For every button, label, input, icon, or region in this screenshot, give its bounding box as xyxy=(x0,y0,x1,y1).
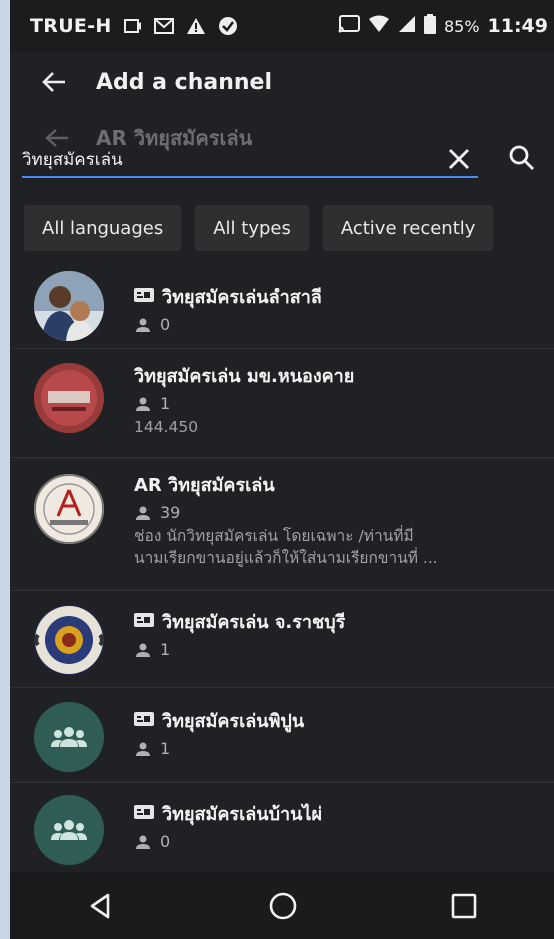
channel-description-line2: นามเรียกขานอยู่แล้วก็ให้ใส่นามเรียกขานที… xyxy=(134,549,438,567)
member-count: 0 xyxy=(134,315,548,334)
channel-row[interactable]: วิทยุสมัครเล่นลำสาลี 0 xyxy=(10,262,554,349)
channel-name: วิทยุสมัครเล่นพิปูน xyxy=(134,706,548,735)
photo-avatar-icon xyxy=(34,271,104,341)
channel-name-text: วิทยุสมัครเล่นลำสาลี xyxy=(162,287,322,308)
channel-tag-icon xyxy=(134,286,154,307)
logo-avatar-icon xyxy=(34,363,104,433)
channel-name: วิทยุสมัครเล่นบ้านไผ่ xyxy=(134,799,548,828)
channel-name: วิทยุสมัครเล่น มข.หนองคาย xyxy=(134,361,548,390)
person-icon xyxy=(136,318,150,332)
status-right: 85% 11:49 xyxy=(338,0,548,52)
member-count-text: 39 xyxy=(160,503,181,522)
channel-text: วิทยุสมัครเล่นพิปูน 1 xyxy=(134,706,548,758)
filter-active-recently[interactable]: Active recently xyxy=(322,205,494,251)
channel-row[interactable]: วิทยุสมัครเล่นพิปูน 1 xyxy=(10,688,554,783)
back-arrow-icon[interactable] xyxy=(40,68,68,96)
clock: 11:49 xyxy=(487,15,548,37)
search-input[interactable] xyxy=(22,144,472,174)
filter-chips: All languages All types Active recently xyxy=(24,205,494,251)
channel-tag-icon xyxy=(134,710,154,731)
search-underline xyxy=(22,176,478,178)
battery-icon xyxy=(423,13,436,39)
channel-text: AR วิทยุสมัครเล่น 39 ช่อง นักวิทยุสมัครเ… xyxy=(134,470,548,569)
nav-home-icon[interactable] xyxy=(267,890,299,922)
person-icon xyxy=(136,506,150,520)
wifi-icon xyxy=(368,15,390,38)
member-count-text: 1 xyxy=(160,394,171,413)
channel-text: วิทยุสมัครเล่นลำสาลี 0 xyxy=(134,282,548,334)
app-bar: Add a channel xyxy=(10,52,554,112)
channel-row[interactable]: วิทยุสมัครเล่น จ.ราชบุรี 1 xyxy=(10,591,554,688)
status-bar: TRUE-H 85% 11:49 xyxy=(10,0,554,52)
member-count: 0 xyxy=(134,832,548,851)
member-count: 39 xyxy=(134,503,548,522)
phone-screen: TRUE-H 85% 11:49 Add a channel AR วิทยุส… xyxy=(10,0,554,939)
group-avatar-icon xyxy=(34,702,104,772)
person-icon xyxy=(136,397,150,411)
search-row: AR วิทยุสมัครเล่น xyxy=(10,112,554,192)
warning-icon xyxy=(186,17,206,35)
carrier-label: TRUE-H xyxy=(30,15,112,37)
channel-description-line1: ช่อง นักวิทยุสมัครเล่น โดยเฉพาะ /ท่านที่… xyxy=(134,527,414,545)
channel-row[interactable]: วิทยุสมัครเล่น มข.หนองคาย 1 144.450 xyxy=(10,349,554,458)
cast-screen-icon xyxy=(123,19,142,33)
person-icon xyxy=(136,643,150,657)
person-icon xyxy=(136,742,150,756)
channel-name: AR วิทยุสมัครเล่น xyxy=(134,470,548,499)
channel-name-text: วิทยุสมัครเล่น จ.ราชบุรี xyxy=(162,612,346,633)
channel-name-text: วิทยุสมัครเล่นพิปูน xyxy=(162,711,305,732)
channel-row[interactable]: AR วิทยุสมัครเล่น 39 ช่อง นักวิทยุสมัครเ… xyxy=(10,458,554,591)
channel-name: วิทยุสมัครเล่น จ.ราชบุรี xyxy=(134,607,548,636)
cast-icon xyxy=(338,14,360,38)
channel-text: วิทยุสมัครเล่น มข.หนองคาย 1 144.450 xyxy=(134,361,548,438)
channel-text: วิทยุสมัครเล่น จ.ราชบุรี 1 xyxy=(134,607,548,659)
page-title: Add a channel xyxy=(96,69,273,95)
channel-tag-icon xyxy=(134,803,154,824)
channel-name-text: วิทยุสมัครเล่นบ้านไผ่ xyxy=(162,804,323,825)
member-count-text: 1 xyxy=(160,640,171,659)
member-count: 1 xyxy=(134,739,548,758)
system-nav-bar xyxy=(10,872,554,939)
logo-avatar-icon xyxy=(34,474,104,544)
channel-list: วิทยุสมัครเล่นลำสาลี 0 วิทยุสมัครเล่น มข… xyxy=(10,262,554,873)
group-avatar-icon xyxy=(34,795,104,865)
channel-name: วิทยุสมัครเล่นลำสาลี xyxy=(134,282,548,311)
filter-all-languages[interactable]: All languages xyxy=(24,205,182,251)
channel-tag-icon xyxy=(134,611,154,632)
check-circle-icon xyxy=(218,16,238,36)
person-icon xyxy=(136,835,150,849)
member-count: 1 xyxy=(134,640,548,659)
clear-search-icon[interactable] xyxy=(444,144,474,174)
channel-name-text: AR วิทยุสมัครเล่น xyxy=(134,475,275,496)
mail-icon xyxy=(153,18,174,34)
member-count: 1 xyxy=(134,394,548,413)
member-count-text: 0 xyxy=(160,315,171,334)
signal-icon xyxy=(398,15,416,38)
member-count-text: 1 xyxy=(160,739,171,758)
nav-back-icon[interactable] xyxy=(86,891,116,921)
channel-row[interactable]: วิทยุสมัครเล่นบ้านไผ่ 0 xyxy=(10,783,554,873)
battery-percent: 85% xyxy=(443,16,480,36)
channel-text: วิทยุสมัครเล่นบ้านไผ่ 0 xyxy=(134,799,548,851)
channel-description: 144.450 xyxy=(134,418,199,436)
nav-recents-icon[interactable] xyxy=(450,892,478,920)
filter-all-types[interactable]: All types xyxy=(195,205,309,251)
member-count-text: 0 xyxy=(160,832,171,851)
emblem-avatar-icon xyxy=(34,605,104,675)
search-icon[interactable] xyxy=(506,142,538,174)
channel-name-text: วิทยุสมัครเล่น มข.หนองคาย xyxy=(134,366,355,387)
